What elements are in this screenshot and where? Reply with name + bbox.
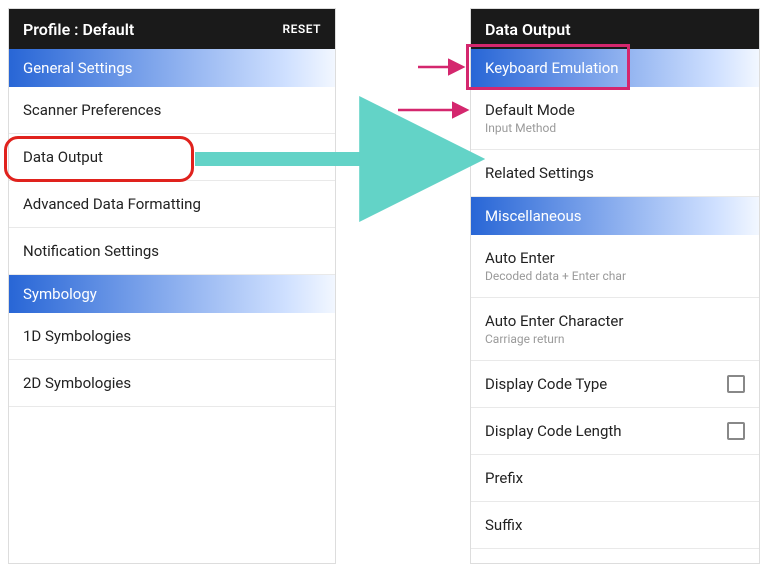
row-suffix[interactable]: Suffix bbox=[471, 502, 759, 549]
row-auto-enter-character[interactable]: Auto Enter Character Carriage return bbox=[471, 298, 759, 361]
titlebar: Profile : Default RESET bbox=[9, 9, 335, 49]
row-label: Scanner Preferences bbox=[23, 101, 161, 119]
section-header-general: General Settings bbox=[9, 49, 335, 87]
row-label: Auto Enter bbox=[485, 249, 626, 267]
row-default-mode[interactable]: Default Mode Input Method bbox=[471, 87, 759, 150]
row-label: 1D Symbologies bbox=[23, 327, 131, 345]
row-display-code-type[interactable]: Display Code Type bbox=[471, 361, 759, 408]
row-label: Related Settings bbox=[485, 164, 594, 182]
screen-title: Profile : Default bbox=[23, 20, 134, 39]
screen-title: Data Output bbox=[485, 20, 571, 39]
row-label: Data Output bbox=[23, 148, 103, 166]
row-label: Default Mode bbox=[485, 101, 575, 119]
section-header-miscellaneous: Miscellaneous bbox=[471, 197, 759, 235]
checkbox-icon[interactable] bbox=[727, 375, 745, 393]
titlebar: Data Output bbox=[471, 9, 759, 49]
row-display-code-length[interactable]: Display Code Length bbox=[471, 408, 759, 455]
row-label: Display Code Length bbox=[485, 422, 622, 440]
row-scanner-preferences[interactable]: Scanner Preferences bbox=[9, 87, 335, 134]
row-label: Prefix bbox=[485, 469, 523, 487]
row-prefix[interactable]: Prefix bbox=[471, 455, 759, 502]
checkbox-icon[interactable] bbox=[727, 422, 745, 440]
row-auto-enter[interactable]: Auto Enter Decoded data + Enter char bbox=[471, 235, 759, 298]
section-header-symbology: Symbology bbox=[9, 275, 335, 313]
row-label: Auto Enter Character bbox=[485, 312, 623, 330]
row-sublabel: Input Method bbox=[485, 121, 575, 135]
row-label: Display Code Type bbox=[485, 375, 607, 393]
row-advanced-data-formatting[interactable]: Advanced Data Formatting bbox=[9, 181, 335, 228]
row-label: Advanced Data Formatting bbox=[23, 195, 201, 213]
data-output-screen: Data Output Keyboard Emulation Default M… bbox=[470, 8, 760, 564]
section-header-keyboard-emulation: Keyboard Emulation bbox=[471, 49, 759, 87]
row-sublabel: Carriage return bbox=[485, 332, 623, 346]
row-label: Notification Settings bbox=[23, 242, 159, 260]
profile-settings-screen: Profile : Default RESET General Settings… bbox=[8, 8, 336, 564]
reset-button[interactable]: RESET bbox=[283, 22, 321, 36]
row-label: 2D Symbologies bbox=[23, 374, 131, 392]
row-sublabel: Decoded data + Enter char bbox=[485, 269, 626, 283]
row-label: Suffix bbox=[485, 516, 522, 534]
row-data-output[interactable]: Data Output bbox=[9, 134, 335, 181]
row-2d-symbologies[interactable]: 2D Symbologies bbox=[9, 360, 335, 407]
row-related-settings[interactable]: Related Settings bbox=[471, 150, 759, 197]
row-1d-symbologies[interactable]: 1D Symbologies bbox=[9, 313, 335, 360]
row-notification-settings[interactable]: Notification Settings bbox=[9, 228, 335, 275]
